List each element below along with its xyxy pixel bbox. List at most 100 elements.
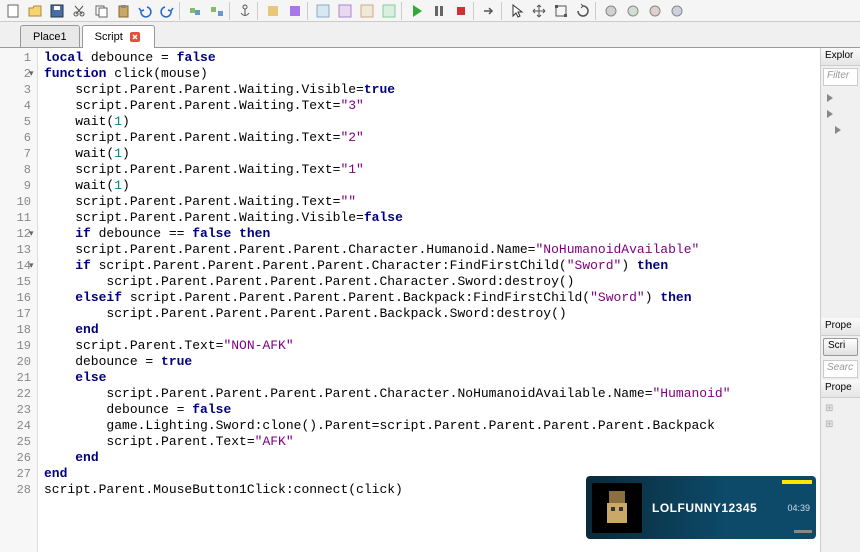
code-line[interactable]: debounce = true bbox=[44, 354, 820, 370]
t1-button[interactable] bbox=[600, 1, 622, 21]
code-line[interactable]: script.Parent.Parent.Parent.Parent.Chara… bbox=[44, 274, 820, 290]
redo-button[interactable] bbox=[156, 1, 178, 21]
code-line[interactable]: script.Parent.Text="AFK" bbox=[44, 434, 820, 450]
right-panel: Explor Filter Prope Scri Searc Prope ⊞ ⊞ bbox=[820, 48, 860, 552]
grid4-button[interactable] bbox=[378, 1, 400, 21]
toolbar-separator bbox=[307, 2, 311, 20]
main-toolbar bbox=[0, 0, 860, 22]
code-line[interactable]: script.Parent.Parent.Parent.Parent.Chara… bbox=[44, 386, 820, 402]
save-button[interactable] bbox=[46, 1, 68, 21]
code-line[interactable]: game.Lighting.Sword:clone().Parent=scrip… bbox=[44, 418, 820, 434]
play-button[interactable] bbox=[406, 1, 428, 21]
code-line[interactable]: script.Parent.Parent.Waiting.Text="2" bbox=[44, 130, 820, 146]
notif-time: 04:39 bbox=[787, 503, 810, 513]
new-button[interactable] bbox=[2, 1, 24, 21]
stop-button[interactable] bbox=[450, 1, 472, 21]
code-line[interactable]: function click(mouse) bbox=[44, 66, 820, 82]
code-line[interactable]: script.Parent.Parent.Parent.Parent.Backp… bbox=[44, 306, 820, 322]
cursor-button[interactable] bbox=[506, 1, 528, 21]
search-input[interactable]: Searc bbox=[823, 360, 858, 378]
notif-avatar bbox=[592, 483, 642, 533]
code-line[interactable]: script.Parent.Parent.Waiting.Visible=tru… bbox=[44, 82, 820, 98]
properties-header: Prope bbox=[821, 318, 860, 336]
line-number: 1 bbox=[0, 50, 37, 66]
line-number: 8 bbox=[0, 162, 37, 178]
tab-script[interactable]: Script bbox=[82, 25, 155, 48]
script-button[interactable]: Scri bbox=[823, 338, 858, 356]
line-number: 7 bbox=[0, 146, 37, 162]
code-line[interactable]: script.Parent.Parent.Waiting.Text="" bbox=[44, 194, 820, 210]
close-icon[interactable] bbox=[128, 30, 142, 44]
line-number: 15 bbox=[0, 274, 37, 290]
line-number: 11 bbox=[0, 210, 37, 226]
tab-place1[interactable]: Place1 bbox=[20, 25, 80, 47]
line-number: 5 bbox=[0, 114, 37, 130]
code-line[interactable]: script.Parent.Text="NON-AFK" bbox=[44, 338, 820, 354]
code-line[interactable]: script.Parent.Parent.Waiting.Text="3" bbox=[44, 98, 820, 114]
tab-label: Script bbox=[95, 31, 123, 43]
code-line[interactable]: wait(1) bbox=[44, 146, 820, 162]
line-number: 24 bbox=[0, 418, 37, 434]
scale-button[interactable] bbox=[550, 1, 572, 21]
code-line[interactable]: end bbox=[44, 450, 820, 466]
copy-button[interactable] bbox=[90, 1, 112, 21]
prop-item[interactable]: ⊞ bbox=[823, 400, 858, 416]
code-line[interactable]: else bbox=[44, 370, 820, 386]
toolbar-separator bbox=[229, 2, 233, 20]
undo-button[interactable] bbox=[134, 1, 156, 21]
toolbar-separator bbox=[401, 2, 405, 20]
fold-icon[interactable]: ▾ bbox=[29, 260, 38, 269]
color1-button[interactable] bbox=[262, 1, 284, 21]
group-button[interactable] bbox=[184, 1, 206, 21]
code-line[interactable]: local debounce = false bbox=[44, 50, 820, 66]
code-line[interactable]: wait(1) bbox=[44, 178, 820, 194]
line-number: 18 bbox=[0, 322, 37, 338]
t2-button[interactable] bbox=[622, 1, 644, 21]
arrow-button[interactable] bbox=[478, 1, 500, 21]
paste-button[interactable] bbox=[112, 1, 134, 21]
notification-toast[interactable]: LOLFUNNY12345 04:39 bbox=[586, 476, 816, 539]
tree-item[interactable] bbox=[823, 90, 858, 106]
grid2-button[interactable] bbox=[334, 1, 356, 21]
rotate-button[interactable] bbox=[572, 1, 594, 21]
t4-button[interactable] bbox=[666, 1, 688, 21]
ungroup-button[interactable] bbox=[206, 1, 228, 21]
line-number: 10 bbox=[0, 194, 37, 210]
line-number: 6 bbox=[0, 130, 37, 146]
line-number: 28 bbox=[0, 482, 37, 498]
anchor-button[interactable] bbox=[234, 1, 256, 21]
code-line[interactable]: wait(1) bbox=[44, 114, 820, 130]
line-number: 23 bbox=[0, 402, 37, 418]
line-number: 21 bbox=[0, 370, 37, 386]
fold-icon[interactable]: ▾ bbox=[29, 68, 38, 77]
line-number: 4 bbox=[0, 98, 37, 114]
notif-minimize[interactable] bbox=[794, 530, 812, 533]
fold-icon[interactable]: ▾ bbox=[29, 228, 38, 237]
cut-button[interactable] bbox=[68, 1, 90, 21]
code-line[interactable]: if debounce == false then bbox=[44, 226, 820, 242]
explorer-header: Explor bbox=[821, 48, 860, 66]
toolbar-separator bbox=[501, 2, 505, 20]
prop-item[interactable]: ⊞ bbox=[823, 416, 858, 432]
t3-button[interactable] bbox=[644, 1, 666, 21]
code-line[interactable]: end bbox=[44, 322, 820, 338]
code-line[interactable]: debounce = false bbox=[44, 402, 820, 418]
grid1-button[interactable] bbox=[312, 1, 334, 21]
line-number: 22 bbox=[0, 386, 37, 402]
toolbar-separator bbox=[179, 2, 183, 20]
explorer-filter[interactable]: Filter bbox=[823, 68, 858, 86]
tree-item[interactable] bbox=[823, 122, 858, 138]
code-line[interactable]: script.Parent.Parent.Waiting.Text="1" bbox=[44, 162, 820, 178]
open-button[interactable] bbox=[24, 1, 46, 21]
move-button[interactable] bbox=[528, 1, 550, 21]
grid3-button[interactable] bbox=[356, 1, 378, 21]
line-number: 16 bbox=[0, 290, 37, 306]
toolbar-separator bbox=[257, 2, 261, 20]
color2-button[interactable] bbox=[284, 1, 306, 21]
code-line[interactable]: if script.Parent.Parent.Parent.Parent.Ch… bbox=[44, 258, 820, 274]
code-line[interactable]: elseif script.Parent.Parent.Parent.Paren… bbox=[44, 290, 820, 306]
tree-item[interactable] bbox=[823, 106, 858, 122]
code-line[interactable]: script.Parent.Parent.Waiting.Visible=fal… bbox=[44, 210, 820, 226]
pause-button[interactable] bbox=[428, 1, 450, 21]
code-line[interactable]: script.Parent.Parent.Parent.Parent.Chara… bbox=[44, 242, 820, 258]
